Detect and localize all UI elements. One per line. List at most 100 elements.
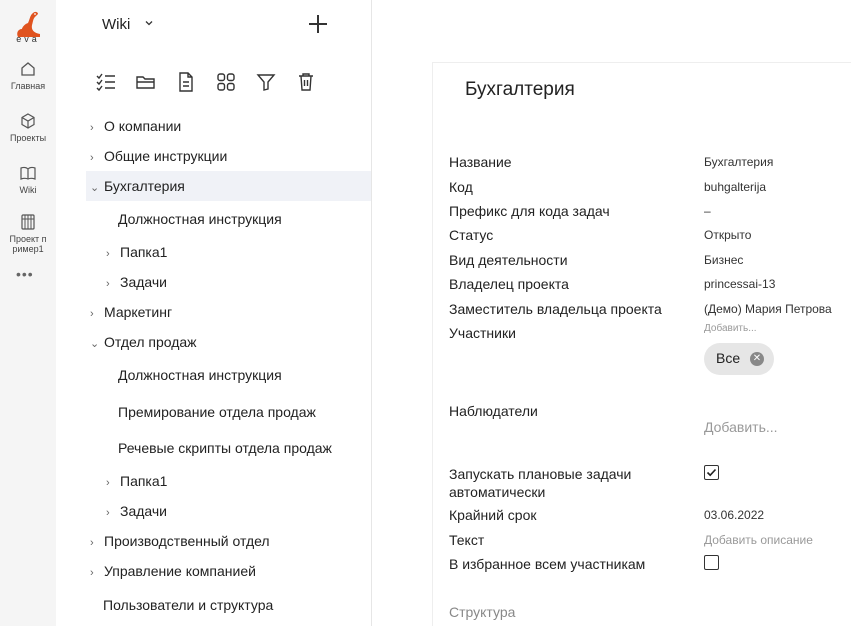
name-label: Название [449,154,512,170]
status-label: Статус [449,227,494,243]
grid-icon[interactable] [214,70,238,94]
nav-projects-label: Проекты [9,133,47,143]
members-chip-label: Все [716,350,741,366]
tree-node-label: Должностная инструкция [118,211,282,227]
space-title[interactable]: Wiki [102,16,130,33]
folder-icon[interactable] [134,70,158,94]
tree-node-label: Должностная инструкция [118,367,282,383]
chevron-down-icon: ⌄ [90,182,100,194]
members-add-link[interactable]: Добавить... [704,323,757,334]
status-value[interactable]: Открыто [704,228,751,242]
tree-node[interactable]: Премирование отдела продаж [118,404,316,420]
wiki-tree-panel: Wiki › О компании › Общие инструкции ⌄ Бухг… [56,0,372,626]
observers-label: Наблюдатели [449,403,538,419]
observers-add-link[interactable]: Добавить... [704,419,778,435]
tree-node[interactable]: › Задачи [106,503,167,519]
tree-node-users-structure[interactable]: Пользователи и структура [103,597,273,613]
tree-node[interactable]: Речевые скрипты отдела продаж [118,440,332,456]
prefix-label: Префикс для кода задач [449,203,610,219]
owner-value[interactable]: princessai-13 [704,277,775,291]
project-icon [21,214,35,230]
activity-label: Вид деятельности [449,252,568,268]
tree-node-label: О компании [104,118,182,134]
deputy-label: Заместитель владельца проекта [449,301,662,317]
tree-node-label: Отдел продаж [104,334,197,350]
chevron-down-icon: ⌄ [90,338,100,350]
tree-node[interactable]: › О компании [90,118,181,134]
nav-projects[interactable]: Проекты [0,112,56,143]
autorun-checkbox[interactable] [704,465,719,480]
nav-wiki[interactable]: Wiki [0,164,56,195]
nav-wiki-label: Wiki [19,185,37,195]
tree-node-label: Задачи [120,503,168,519]
chevron-right-icon: › [106,507,110,519]
add-page-button[interactable] [306,12,330,36]
tree-node[interactable]: Должностная инструкция [118,211,282,227]
name-value[interactable]: Бухгалтерия [704,155,773,169]
tree-node[interactable]: › Управление компанией [90,563,256,579]
project-details-panel: Бухгалтерия Название Бухгалтерия Код buh… [432,62,851,626]
tree-node[interactable]: › Папка1 [106,244,167,260]
chevron-right-icon: › [106,248,110,260]
tree-node-label: Папка1 [120,244,168,260]
tree-node[interactable]: ⌄ Отдел продаж [90,334,197,350]
chevron-down-icon[interactable] [144,18,154,28]
tree-node-selected[interactable]: ⌄ Бухгалтерия [86,171,371,201]
activity-value[interactable]: Бизнес [704,253,743,267]
code-value[interactable]: buhgalterija [704,180,766,194]
chevron-right-icon: › [90,537,94,549]
tree-node-label: Бухгалтерия [104,178,185,194]
tree-node[interactable]: › Маркетинг [90,304,172,320]
nav-project-label: Проект п ример1 [9,234,47,254]
tree-node-label: Премирование отдела продаж [118,404,316,420]
check-icon [706,468,717,477]
chevron-right-icon: › [106,477,110,489]
chevron-right-icon: › [90,567,94,579]
prefix-value[interactable]: – [704,204,711,218]
tree-node-label: Управление компанией [104,563,256,579]
document-icon[interactable] [174,70,198,94]
tree-node-label: Задачи [120,274,168,290]
deadline-label: Крайний срок [449,507,537,523]
chevron-right-icon: › [90,308,94,320]
tree-node-label: Папка1 [120,473,168,489]
trash-icon[interactable] [294,70,318,94]
nav-home-label: Главная [10,81,46,91]
text-label: Текст [449,532,485,548]
text-add-link[interactable]: Добавить описание [704,533,813,547]
autorun-label: Запускать плановые задачи автоматически [449,466,632,500]
nav-home[interactable]: Главная [0,60,56,91]
members-label: Участники [449,325,516,341]
tree-node[interactable]: › Общие инструкции [90,148,227,164]
structure-section-title: Структура [449,604,516,620]
logo-text: eva [16,34,40,44]
code-label: Код [449,179,473,195]
checklist-icon[interactable] [94,70,118,94]
chevron-right-icon: › [90,152,94,164]
tree-node-label: Общие инструкции [104,148,228,164]
home-icon [21,62,35,76]
tree-node-label: Пользователи и структура [103,597,274,613]
deadline-value[interactable]: 03.06.2022 [704,508,764,522]
left-rail: eva Главная Проекты Wiki Проект п ример1… [0,0,56,626]
book-icon [20,166,36,180]
filter-icon[interactable] [254,70,278,94]
tree-node[interactable]: › Папка1 [106,473,167,489]
tree-node-label: Речевые скрипты отдела продаж [118,440,332,456]
owner-label: Владелец проекта [449,276,569,292]
page-title: Бухгалтерия [465,79,575,100]
nav-project-example[interactable]: Проект п ример1 [0,213,56,254]
tree-node[interactable]: › Задачи [106,274,167,290]
remove-chip-icon[interactable]: ✕ [750,352,764,366]
tree-node[interactable]: Должностная инструкция [118,367,282,383]
favorite-checkbox[interactable] [704,555,719,570]
tree-node-label: Производственный отдел [104,533,270,549]
tree-node-label: Маркетинг [104,304,173,320]
favorite-label: В избранное всем участникам [449,556,646,572]
chevron-right-icon: › [106,278,110,290]
members-chip[interactable]: Все ✕ [704,343,774,375]
tree-node[interactable]: › Производственный отдел [90,533,270,549]
more-icon[interactable]: ••• [16,266,34,282]
deputy-value[interactable]: (Демо) Мария Петрова [704,302,832,316]
cube-icon [21,113,35,129]
